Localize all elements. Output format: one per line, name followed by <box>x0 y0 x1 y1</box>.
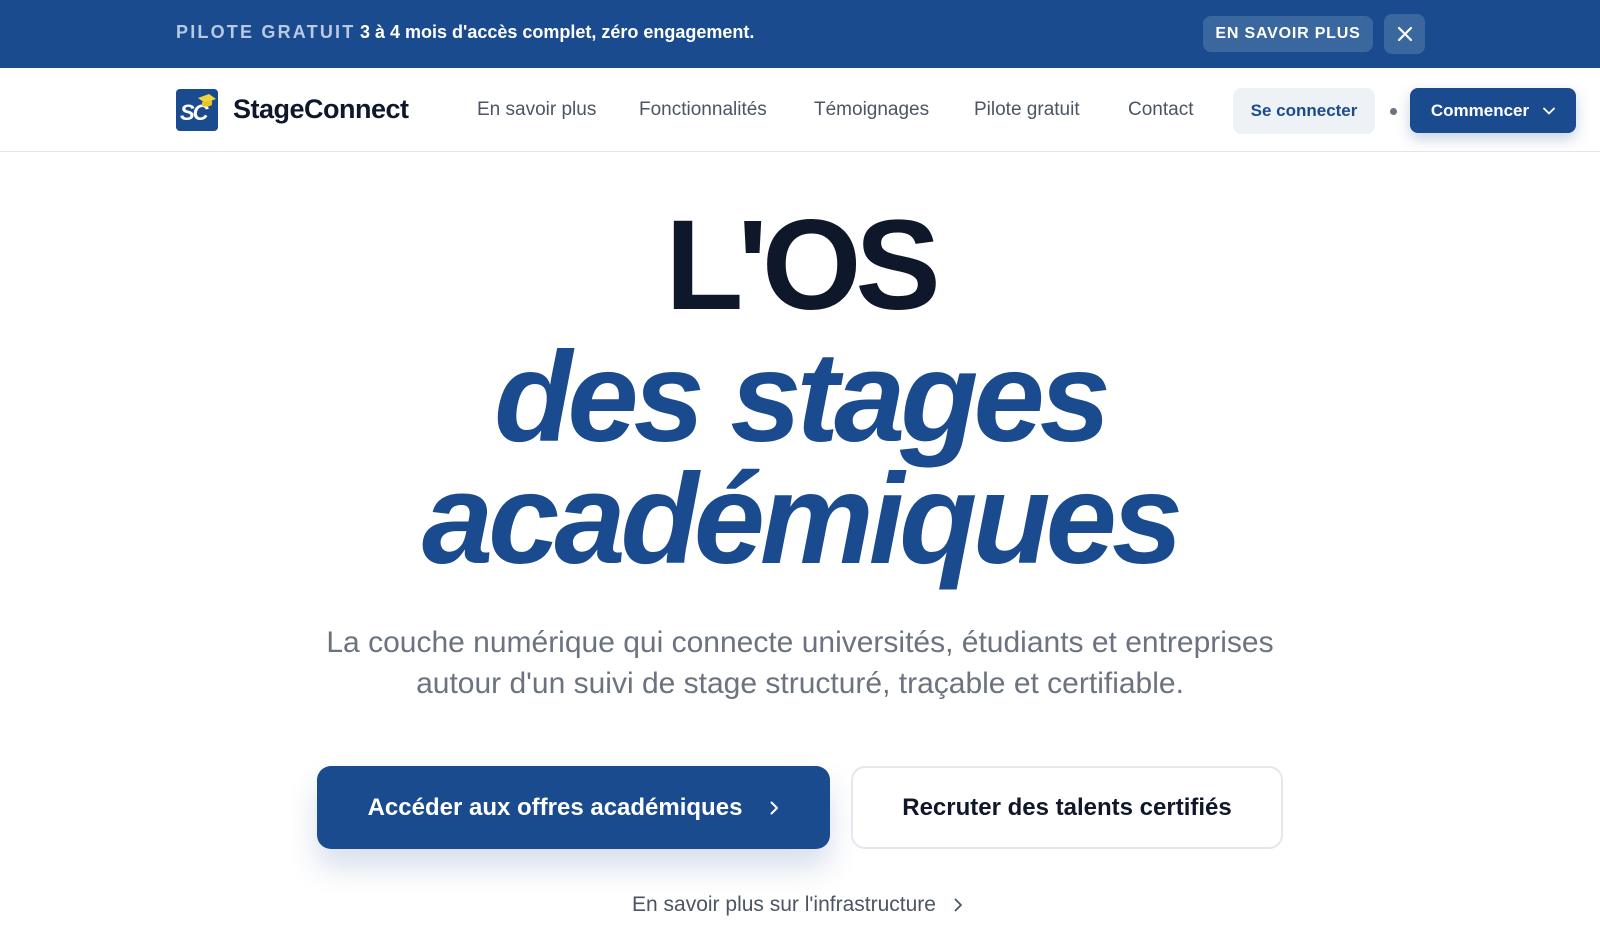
infrastructure-link-label: En savoir plus sur l'infrastructure <box>632 893 936 916</box>
main-nav: SC StageConnect En savoir plus Fonctionn… <box>0 68 1600 152</box>
hero-title-line3: académiques <box>421 448 1183 591</box>
logo[interactable]: SC <box>176 89 218 131</box>
brand-name[interactable]: StageConnect <box>233 94 409 125</box>
nav-link-free-pilot[interactable]: Pilote gratuit <box>974 99 1080 121</box>
announcement-learn-more-button[interactable]: EN SAVOIR PLUS <box>1203 16 1373 52</box>
nav-link-testimonials[interactable]: Témoignages <box>814 99 929 121</box>
start-button-label: Commencer <box>1430 100 1530 120</box>
nav-link-contact[interactable]: Contact <box>1128 99 1193 121</box>
nav-separator-dot <box>1390 108 1397 115</box>
login-button[interactable]: Se connecter <box>1233 88 1375 134</box>
infrastructure-link[interactable]: En savoir plus sur l'infrastructure <box>0 893 1600 917</box>
chevron-right-icon <box>954 898 962 912</box>
nav-link-learn-more[interactable]: En savoir plus <box>477 99 596 121</box>
graduation-cap-icon <box>198 94 216 107</box>
recruit-talents-button[interactable]: Recruter des talents certifiés <box>851 766 1283 849</box>
close-icon <box>1397 26 1412 42</box>
hero-subtitle-line2: autour d'un suivi de stage structuré, tr… <box>416 667 1184 700</box>
announcement-tag: PILOTE GRATUIT <box>176 22 356 42</box>
hero-subtitle-line1: La couche numérique qui connecte univers… <box>326 626 1274 659</box>
announcement-bar: PILOTE GRATUIT 3 à 4 mois d'accès comple… <box>0 0 1600 68</box>
hero-title-line2: des stages <box>494 326 1111 469</box>
hero-title-line1: L'OS <box>665 194 941 337</box>
start-button[interactable]: Commencer <box>1410 88 1576 133</box>
chevron-right-icon <box>770 801 779 814</box>
academic-offers-label: Accéder aux offres académiques <box>367 793 743 821</box>
nav-link-features[interactable]: Fonctionnalités <box>639 99 767 121</box>
announcement-close-button[interactable] <box>1384 14 1425 54</box>
chevron-down-icon <box>1543 107 1556 114</box>
announcement-message: 3 à 4 mois d'accès complet, zéro engagem… <box>360 22 755 42</box>
academic-offers-button[interactable]: Accéder aux offres académiques <box>317 766 830 849</box>
hero-subtitle: La couche numérique qui connecte univers… <box>0 622 1600 704</box>
